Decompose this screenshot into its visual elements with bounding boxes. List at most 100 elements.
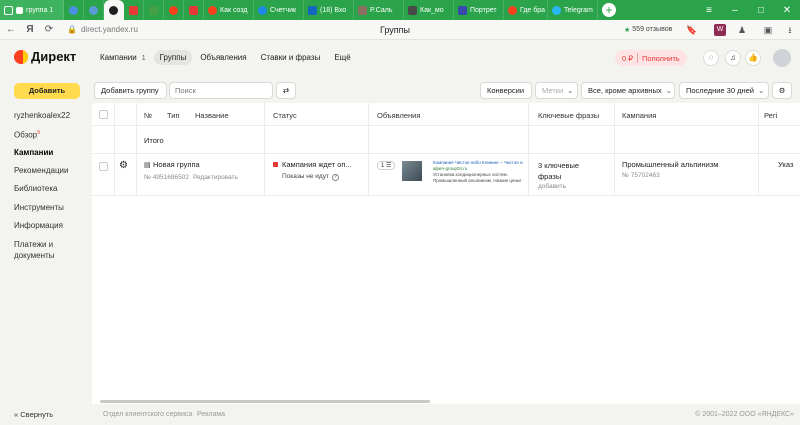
campaign-name[interactable]: Промышленный альпинизм [622,160,718,169]
nav-groups[interactable]: Группы [153,50,193,65]
reviews-widget[interactable]: ★ 559 отзывов [624,26,672,34]
lock-icon[interactable]: 🔒 [67,25,77,34]
avatar[interactable] [773,49,791,67]
phrases-count[interactable]: 3 ключевые фразы [538,160,579,182]
reload-icon[interactable]: ⟳ [41,24,57,35]
browser-tab[interactable]: Как_мо [404,0,454,20]
col-number[interactable]: № [144,111,152,120]
browser-tab[interactable]: Портрет [454,0,504,20]
browser-tab-active[interactable] [104,0,124,20]
ad-preview[interactable]: Компания Чистое небо Клининг – Чистое не… [433,160,523,184]
nav-campaigns[interactable]: Кампании 1 [94,50,152,65]
chat-icon[interactable]: ◌ [703,50,719,66]
sidebar-item-overview[interactable]: Обзор9 [14,128,90,141]
col-type[interactable]: Тип [167,111,180,120]
close-icon[interactable]: ✕ [774,5,800,16]
balance-widget[interactable]: 0 ₽ Пополнить [615,50,687,66]
maximize-icon[interactable]: □ [748,5,774,16]
tab-label: Счетчик [270,6,297,14]
tab-label: Как созд [220,6,248,14]
sidebar: Добавить ryzhenkoalex22 Обзор9 Кампании … [0,75,92,405]
browser-tab[interactable] [144,0,164,20]
edit-link[interactable]: Редактировать [193,174,238,181]
browser-tab[interactable]: Telegram [548,0,598,20]
menu-icon[interactable]: ≡ [696,5,722,16]
add-phrases-link[interactable]: добавить [538,183,566,190]
horizontal-scrollbar[interactable] [100,400,430,403]
sidebar-item-info[interactable]: Информация [14,220,90,231]
col-status[interactable]: Статус [273,111,297,120]
browser-tab[interactable]: (18) Вхо [304,0,354,20]
chevron-down-icon: ⌄ [665,86,672,95]
collapse-sidebar-button[interactable]: « Свернуть [14,410,53,419]
extension-icon[interactable]: W [714,24,726,36]
minimize-icon[interactable]: – [722,5,748,16]
browser-tab[interactable] [84,0,104,20]
add-button[interactable]: Добавить [14,83,80,99]
select-all-checkbox[interactable] [99,110,108,119]
support-link[interactable]: Отдел клиентского сервиса [103,411,192,418]
browser-tab[interactable]: Счетчик [254,0,304,20]
sidebar-item-tools[interactable]: Инструменты [14,202,90,213]
sidebar-item-recommendations[interactable]: Рекомендации [14,165,90,176]
add-group-button[interactable]: Добавить группу [94,82,167,99]
nav-bids[interactable]: Ставки и фразы [255,50,327,65]
top-up-button[interactable]: Пополнить [642,54,680,63]
browser-tab[interactable] [64,0,84,20]
sidebar-item-campaigns[interactable]: Кампании [14,147,90,158]
period-select[interactable]: Последние 30 дней ⌄ [679,82,769,99]
row-settings-gear-icon[interactable]: ⚙ [119,160,128,171]
nav-more[interactable]: Ещё [328,50,356,65]
status-text: Кампания ждет оп... [273,160,352,169]
nav-label: Ещё [334,53,351,62]
col-name[interactable]: Название [195,111,229,120]
top-nav: Кампании 1 Группы Объявления Ставки и фра… [94,50,359,65]
browser-tab[interactable]: P.Саль [354,0,404,20]
sidebar-item-label: Обзор [14,130,38,140]
tab-favicon [69,5,78,15]
col-campaign[interactable]: Кампания [622,111,656,120]
row-checkbox[interactable] [99,162,108,171]
filter-settings-button[interactable]: ⇄ [276,82,296,99]
tab-favicon [258,5,267,15]
group-name[interactable]: Новая группа [153,160,200,169]
col-phrases[interactable]: Ключевые фразы [538,111,599,120]
browser-tab[interactable] [124,0,144,20]
thumbs-up-icon[interactable]: 👍 [745,50,761,66]
direct-logo[interactable]: Директ [14,49,76,64]
yandex-icon[interactable]: Я [22,24,38,35]
browser-tab[interactable]: Где бра [504,0,548,20]
browser-tab[interactable]: Как созд [204,0,254,20]
archive-filter-select[interactable]: Все, кроме архивных ⌄ [581,82,675,99]
bell-icon[interactable]: ♫ [725,50,741,66]
footer: « Свернуть Отдел клиентского сервиса Рек… [0,405,800,425]
browser-tab-group[interactable]: группа 1 [0,0,64,20]
reviews-label: 559 отзывов [632,26,673,33]
sidebar-item-payments[interactable]: Платежи и документы [14,239,74,261]
extension-icon[interactable]: ▣ [762,24,774,36]
url-field[interactable]: direct.yandex.ru [81,25,138,34]
tab-favicon [169,5,178,15]
conversions-button[interactable]: Конверсии [480,82,532,99]
settings-gear-button[interactable]: ⚙ [772,82,792,99]
browser-tab[interactable] [184,0,204,20]
sidebar-item-library[interactable]: Библиотека [14,183,90,194]
new-tab-button[interactable]: + [602,3,616,17]
browser-tab[interactable] [164,0,184,20]
search-input[interactable] [169,82,273,99]
nav-label: Объявления [200,53,247,62]
bookmark-icon[interactable]: 🔖 [686,24,698,36]
nav-ads[interactable]: Объявления [194,50,252,65]
download-icon[interactable]: ⭳ [784,24,796,36]
ads-count-badge[interactable]: 1 ☰ [377,161,396,170]
help-icon[interactable]: ? [331,174,339,181]
col-ads[interactable]: Объявления [377,111,420,120]
chevron-down-icon: ⌄ [757,86,765,95]
extension-icon[interactable]: ♟ [736,24,748,36]
account-name[interactable]: ryzhenkoalex22 [14,110,90,121]
back-icon[interactable]: ← [3,24,19,35]
col-region[interactable]: Регі [764,111,777,120]
tags-select[interactable]: Метки ⌄ [535,82,578,99]
advertising-link[interactable]: Реклама [197,411,225,418]
ad-image[interactable] [402,161,422,181]
